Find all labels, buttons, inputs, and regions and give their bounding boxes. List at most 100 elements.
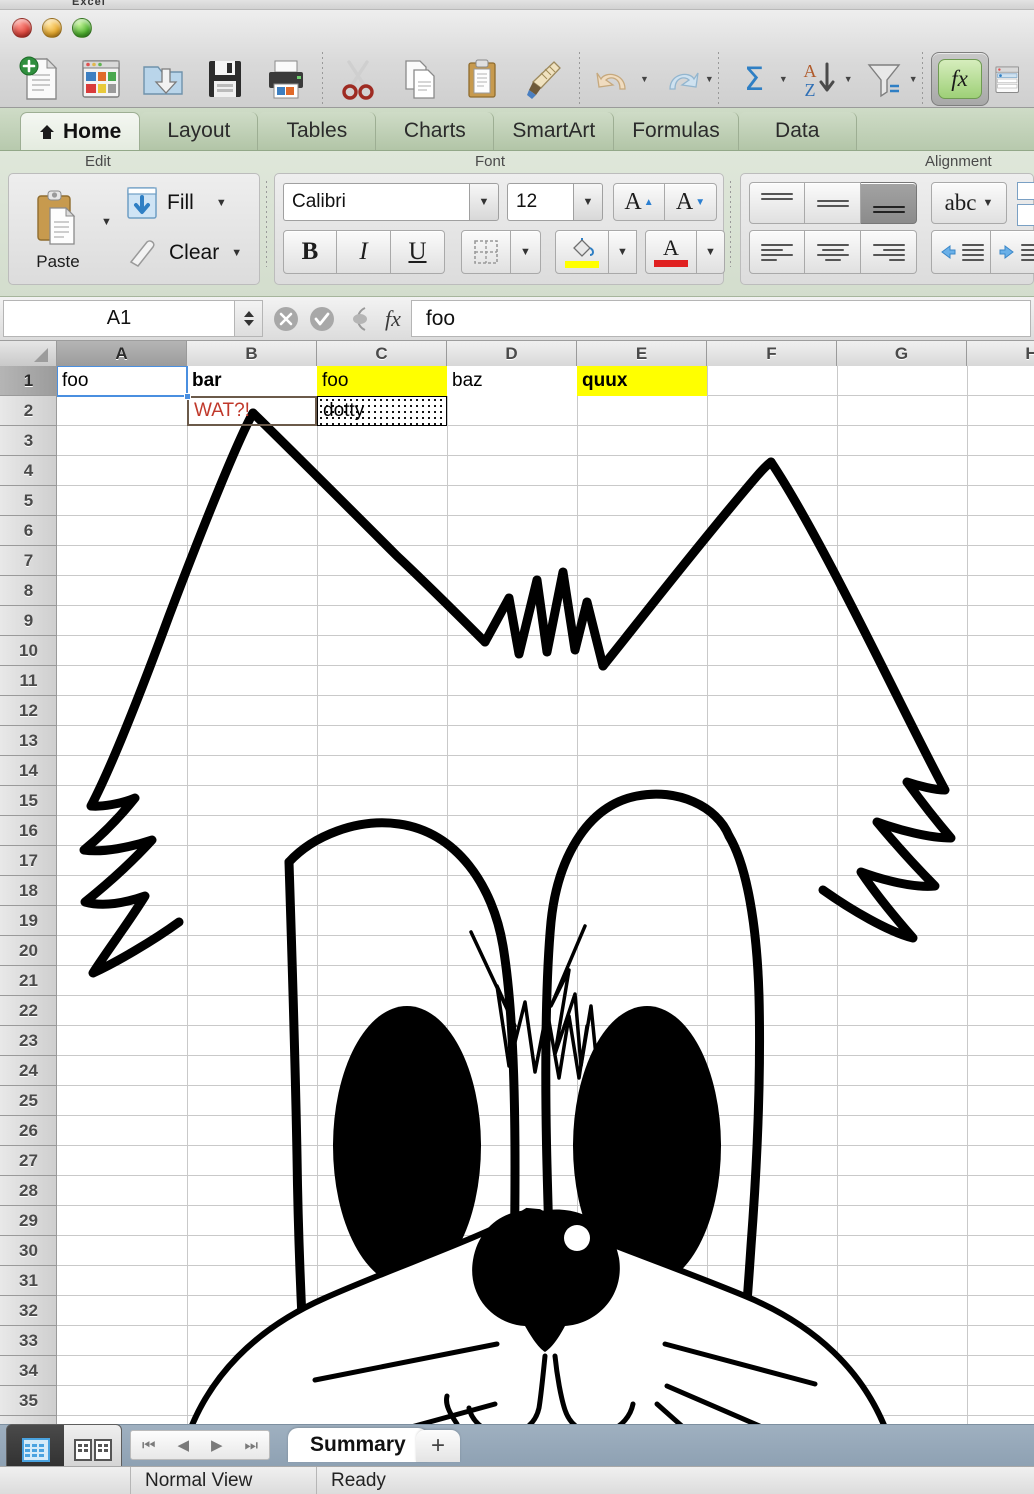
row-header-25[interactable]: 25: [0, 1086, 57, 1116]
shrink-font-button[interactable]: A ▼: [665, 183, 717, 221]
paste-button[interactable]: [451, 50, 513, 108]
row-header-14[interactable]: 14: [0, 756, 57, 786]
row-header-5[interactable]: 5: [0, 486, 57, 516]
align-middle-button[interactable]: [805, 182, 861, 224]
row-header-30[interactable]: 30: [0, 1236, 57, 1266]
accept-check-icon[interactable]: [309, 306, 335, 332]
row-header-2[interactable]: 2: [0, 396, 57, 426]
autosum-group[interactable]: Σ ▼: [723, 50, 788, 108]
row-header-10[interactable]: 10: [0, 636, 57, 666]
row-header-6[interactable]: 6: [0, 516, 57, 546]
bold-button[interactable]: B: [283, 230, 337, 274]
autosum-button[interactable]: Σ: [723, 50, 785, 108]
nav-first-sheet-button[interactable]: ⏮: [142, 1437, 156, 1454]
column-header-a[interactable]: A: [57, 341, 187, 366]
align-bottom-button[interactable]: [861, 182, 917, 224]
nav-next-sheet-button[interactable]: ▶: [211, 1436, 223, 1454]
grow-font-button[interactable]: A ▲: [613, 183, 665, 221]
name-box-stepper[interactable]: [235, 300, 263, 337]
number-format-button[interactable]: [1017, 204, 1034, 226]
sort-button[interactable]: A Z: [788, 50, 850, 108]
merge-cells-button[interactable]: [1017, 182, 1034, 200]
row-header-31[interactable]: 31: [0, 1266, 57, 1296]
row-header-18[interactable]: 18: [0, 876, 57, 906]
borders-button[interactable]: [461, 230, 511, 274]
row-header-26[interactable]: 26: [0, 1116, 57, 1146]
font-size-dropdown-arrow[interactable]: ▼: [573, 183, 603, 221]
redo-button[interactable]: [649, 50, 711, 108]
cell-b2[interactable]: WAT?!: [187, 396, 317, 426]
row-header-12[interactable]: 12: [0, 696, 57, 726]
column-header-e[interactable]: E: [577, 341, 707, 366]
row-header-32[interactable]: 32: [0, 1296, 57, 1326]
clear-command[interactable]: Clear ▼: [125, 236, 242, 270]
fill-menu-caret-icon[interactable]: ▼: [216, 197, 227, 209]
zoom-button[interactable]: [72, 18, 92, 38]
column-header-g[interactable]: G: [837, 341, 967, 366]
cell-c2[interactable]: dotty: [317, 396, 447, 426]
column-header-f[interactable]: F: [707, 341, 837, 366]
font-color-button[interactable]: A: [645, 230, 697, 274]
row-header-13[interactable]: 13: [0, 726, 57, 756]
sheet-tab-summary[interactable]: Summary: [288, 1428, 428, 1462]
tab-charts[interactable]: Charts: [376, 112, 495, 150]
row-header-9[interactable]: 9: [0, 606, 57, 636]
column-header-d[interactable]: D: [447, 341, 577, 366]
tab-data[interactable]: Data: [738, 112, 857, 150]
row-header-4[interactable]: 4: [0, 456, 57, 486]
nav-prev-sheet-button[interactable]: ◀: [177, 1436, 189, 1454]
cell-e1[interactable]: quux: [577, 366, 707, 396]
row-header-33[interactable]: 33: [0, 1326, 57, 1356]
row-header-1[interactable]: 1: [0, 366, 57, 396]
sort-group[interactable]: A Z ▼: [788, 50, 852, 108]
cell-d1[interactable]: baz: [447, 366, 577, 396]
increase-indent-button[interactable]: [991, 230, 1034, 274]
cell-c1[interactable]: foo: [317, 366, 447, 396]
formula-builder-button[interactable]: fx: [927, 50, 993, 108]
template-gallery-button[interactable]: [70, 50, 132, 108]
align-right-button[interactable]: [861, 230, 917, 274]
tab-formulas[interactable]: Formulas: [614, 112, 739, 150]
column-header-b[interactable]: B: [187, 341, 317, 366]
font-family-combo[interactable]: Calibri ▼: [283, 183, 499, 221]
column-header-h[interactable]: H: [967, 341, 1034, 366]
underline-button[interactable]: U: [391, 230, 445, 274]
align-left-button[interactable]: [749, 230, 805, 274]
close-button[interactable]: [12, 18, 32, 38]
align-top-button[interactable]: [749, 182, 805, 224]
tab-smartart[interactable]: SmartArt: [494, 112, 615, 150]
row-header-24[interactable]: 24: [0, 1056, 57, 1086]
row-header-20[interactable]: 20: [0, 936, 57, 966]
row-header-11[interactable]: 11: [0, 666, 57, 696]
row-header-21[interactable]: 21: [0, 966, 57, 996]
cancel-x-icon[interactable]: [273, 306, 299, 332]
undo-button[interactable]: [584, 50, 646, 108]
font-size-combo[interactable]: 12 ▼: [507, 183, 603, 221]
highlight-color-menu-button[interactable]: ▼: [609, 230, 637, 274]
tab-layout[interactable]: Layout: [140, 112, 259, 150]
clear-menu-caret-icon[interactable]: ▼: [231, 247, 242, 259]
row-header-35[interactable]: 35: [0, 1386, 57, 1416]
fill-command[interactable]: Fill ▼: [125, 186, 227, 220]
row-header-22[interactable]: 22: [0, 996, 57, 1026]
toolbox-button[interactable]: [993, 50, 1023, 108]
cell-a1[interactable]: foo: [57, 366, 187, 396]
font-family-value[interactable]: Calibri: [283, 183, 469, 221]
decrease-indent-button[interactable]: [931, 230, 991, 274]
paste-command[interactable]: Paste: [19, 180, 97, 280]
row-header-27[interactable]: 27: [0, 1146, 57, 1176]
cell-grid[interactable]: foo quux foo bar baz WAT?! dotty: [57, 366, 1034, 1424]
undo-group[interactable]: ▼: [584, 50, 649, 108]
formula-builder-icon[interactable]: [345, 306, 375, 332]
minimize-button[interactable]: [42, 18, 62, 38]
row-header-23[interactable]: 23: [0, 1026, 57, 1056]
row-header-3[interactable]: 3: [0, 426, 57, 456]
row-header-15[interactable]: 15: [0, 786, 57, 816]
row-header-29[interactable]: 29: [0, 1206, 57, 1236]
paste-menu-caret-icon[interactable]: ▼: [101, 216, 112, 228]
row-header-16[interactable]: 16: [0, 816, 57, 846]
open-file-button[interactable]: [132, 50, 194, 108]
filter-button[interactable]: [853, 50, 915, 108]
highlight-color-button[interactable]: [555, 230, 609, 274]
row-header-36[interactable]: 36: [0, 1416, 57, 1425]
